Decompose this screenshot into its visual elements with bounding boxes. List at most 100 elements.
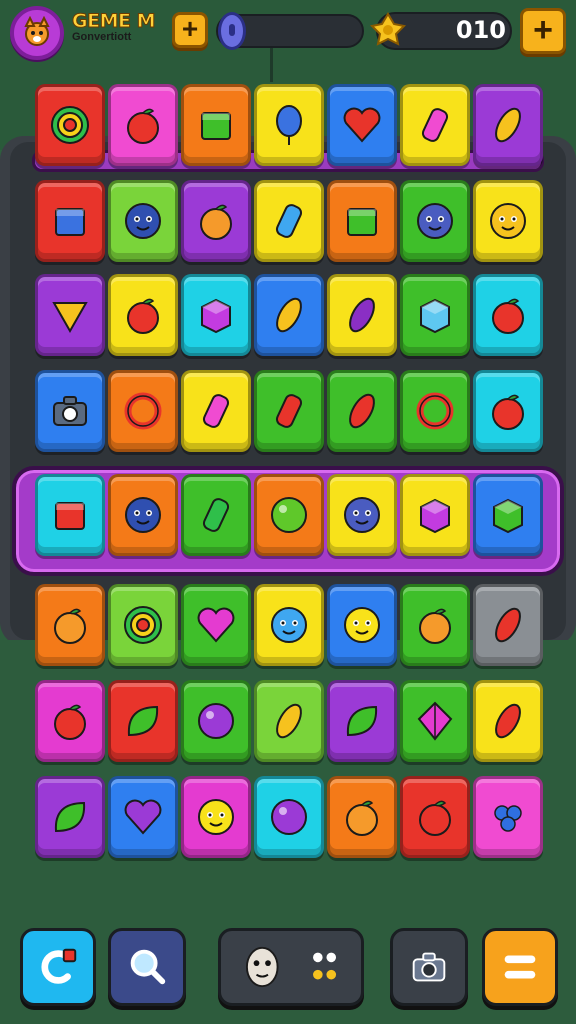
tile-orange-spiral[interactable] (400, 584, 470, 666)
purple-heart-face-icon (119, 793, 167, 841)
undo-button[interactable] (20, 928, 96, 1006)
tile-blue-blob-eyes[interactable] (108, 474, 178, 556)
blue-blob-face-icon (119, 197, 167, 245)
tile-watermelon-slice[interactable] (400, 274, 470, 356)
tile-blueberries[interactable] (473, 776, 543, 858)
tile-green-leaf-berry[interactable] (108, 680, 178, 762)
soda-cup-icon (265, 197, 313, 245)
tile-cheese-slice[interactable] (35, 274, 105, 356)
tile-soda-cup[interactable] (254, 180, 324, 262)
magenta-heart-icon (192, 601, 240, 649)
tile-tomato[interactable] (35, 680, 105, 762)
tile-red-chili[interactable] (327, 370, 397, 452)
camera-settings-icon (406, 944, 452, 990)
tile-strawberry-pair[interactable] (108, 84, 178, 166)
watermelon-slice-icon (411, 291, 459, 339)
tile-banana-chili[interactable] (473, 84, 543, 166)
tile-blue-blob-face[interactable] (108, 180, 178, 262)
kite-icon (411, 697, 459, 745)
tile-magenta-heart[interactable] (181, 584, 251, 666)
yellow-ghost-icon (192, 793, 240, 841)
tile-purple-heart-face[interactable] (108, 776, 178, 858)
blue-balloon-icon (265, 101, 313, 149)
purple-cube-icon (411, 491, 459, 539)
red-pencil-icon (265, 387, 313, 435)
ghost-face-icon (411, 197, 459, 245)
tile-orange-ball[interactable] (181, 180, 251, 262)
strawberry-pair-icon (119, 101, 167, 149)
tile-yellow-ghost[interactable] (181, 776, 251, 858)
tile-swirl-candy[interactable] (35, 84, 105, 166)
orange-spiral-icon (411, 601, 459, 649)
tile-green-box[interactable] (181, 84, 251, 166)
green-bin-icon (338, 197, 386, 245)
tile-green-bin[interactable] (327, 180, 397, 262)
swirl-candy-icon (46, 101, 94, 149)
tile-green-crayon[interactable] (181, 474, 251, 556)
search-button[interactable] (108, 928, 186, 1006)
tile-big-strawberry[interactable] (400, 776, 470, 858)
menu-icon (497, 944, 543, 990)
tile-green-cube-face[interactable] (473, 474, 543, 556)
tomato-icon (46, 697, 94, 745)
menu-button[interactable] (482, 928, 558, 1006)
lime-icon (265, 491, 313, 539)
red-sneaker-icon (46, 491, 94, 539)
red-strawberry-icon (484, 291, 532, 339)
tile-pink-strawberry[interactable] (108, 274, 178, 356)
tile-orange-pumpkin[interactable] (327, 776, 397, 858)
orange-fruit-icon (46, 601, 94, 649)
tile-red-sneaker[interactable] (35, 474, 105, 556)
tile-orange-fruit[interactable] (35, 584, 105, 666)
tile-red-heart[interactable] (327, 84, 397, 166)
tile-red-ring[interactable] (400, 370, 470, 452)
tile-orange-pepper[interactable] (473, 584, 543, 666)
blue-smiley-icon (265, 601, 313, 649)
ice-cube-icon (192, 291, 240, 339)
green-leaf-icon (338, 697, 386, 745)
banana-icon (265, 291, 313, 339)
tile-purple-berry-face[interactable] (327, 474, 397, 556)
big-strawberry-icon (411, 793, 459, 841)
pink-bottle-icon (411, 101, 459, 149)
tile-strawberry-leaf[interactable] (35, 776, 105, 858)
tile-blue-smiley[interactable] (254, 584, 324, 666)
tile-pink-bottle[interactable] (400, 84, 470, 166)
camera-button[interactable] (390, 928, 468, 1006)
tile-castle[interactable] (35, 180, 105, 262)
tile-red-pencil[interactable] (254, 370, 324, 452)
purple-berry-face-icon (338, 491, 386, 539)
tile-red-pepper[interactable] (473, 680, 543, 762)
tile-green-leaf[interactable] (327, 680, 397, 762)
candy-swirl-icon (119, 601, 167, 649)
eggplant-icon (338, 291, 386, 339)
tile-purple-plum[interactable] (254, 776, 324, 858)
banana-bunch-icon (265, 697, 313, 745)
tile-yellow-bunny[interactable] (473, 180, 543, 262)
blue-blob-eyes-icon (119, 491, 167, 539)
green-cube-face-icon (484, 491, 532, 539)
tile-camera[interactable] (35, 370, 105, 452)
tile-ring[interactable] (108, 370, 178, 452)
mask-icon (231, 944, 351, 990)
powerup-button[interactable] (218, 928, 364, 1006)
tile-lime[interactable] (254, 474, 324, 556)
green-box-icon (192, 101, 240, 149)
green-crayon-icon (192, 491, 240, 539)
tile-yellow-ghost[interactable] (327, 584, 397, 666)
tile-blue-balloon[interactable] (254, 84, 324, 166)
tile-banana-bunch[interactable] (254, 680, 324, 762)
tile-banana[interactable] (254, 274, 324, 356)
tile-red-plum[interactable] (181, 680, 251, 762)
tile-red-strawberry[interactable] (473, 274, 543, 356)
tile-kite[interactable] (400, 680, 470, 762)
tile-candy-swirl[interactable] (108, 584, 178, 666)
castle-icon (46, 197, 94, 245)
tile-eggplant[interactable] (327, 274, 397, 356)
tile-ghost-face[interactable] (400, 180, 470, 262)
tile-red-apple[interactable] (473, 370, 543, 452)
tile-spray-bottle[interactable] (181, 370, 251, 452)
tile-ice-cube[interactable] (181, 274, 251, 356)
tile-purple-cube[interactable] (400, 474, 470, 556)
undo-icon (35, 944, 81, 990)
